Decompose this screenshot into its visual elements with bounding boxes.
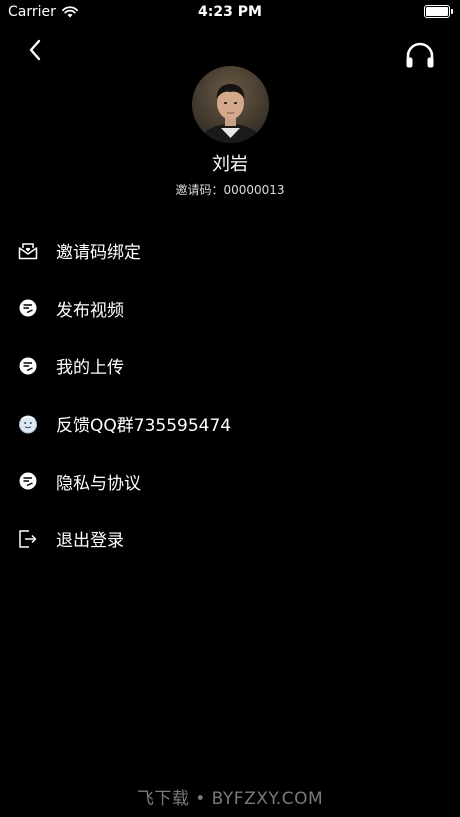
menu-item-label: 邀请码绑定	[56, 243, 141, 264]
menu-item-publish-video[interactable]: 发布视频	[0, 280, 460, 338]
menu-item-label: 反馈QQ群735595474	[56, 416, 232, 437]
menu-item-privacy-agreement[interactable]: 隐私与协议	[0, 452, 460, 510]
menu-item-feedback-qq[interactable]: 反馈QQ群735595474	[0, 395, 460, 453]
menu-item-invite-binding[interactable]: 邀请码绑定	[0, 222, 460, 280]
chat-bubble-icon	[18, 298, 38, 318]
invite-code-label: 邀请码：	[175, 183, 224, 197]
watermark-text: 飞下载 • BYFZXY.COM	[136, 789, 324, 809]
battery-icon	[424, 5, 453, 18]
back-button[interactable]	[22, 36, 48, 64]
avatar[interactable]	[192, 66, 269, 143]
menu-item-label: 发布视频	[56, 300, 124, 321]
logout-icon	[18, 529, 38, 549]
status-time: 4:23 PM	[198, 4, 262, 20]
customer-support-button[interactable]	[404, 42, 436, 72]
status-bar: Carrier 4:23 PM	[0, 0, 460, 24]
invite-code-value: 00000013	[223, 183, 285, 197]
invite-code-line: 邀请码：00000013	[0, 181, 460, 198]
menu-item-my-uploads[interactable]: 我的上传	[0, 337, 460, 395]
chevron-left-icon	[29, 39, 41, 61]
menu-item-logout[interactable]: 退出登录	[0, 510, 460, 568]
chat-bubble-icon	[18, 356, 38, 376]
envelope-heart-icon	[18, 241, 38, 261]
chat-bubble-icon	[18, 471, 38, 491]
user-photo-icon	[192, 66, 269, 143]
settings-menu: 邀请码绑定 发布视频 我的上传 反馈QQ群735595474 隐私与协议 退出登…	[0, 222, 460, 568]
user-name: 刘岩	[212, 154, 248, 175]
headset-icon	[406, 42, 434, 68]
menu-item-label: 退出登录	[56, 531, 124, 552]
profile-screen: Carrier 4:23 PM 刘岩 邀请码：00000013 邀请码绑定 发布…	[0, 0, 460, 817]
menu-item-label: 我的上传	[56, 358, 124, 379]
menu-item-label: 隐私与协议	[56, 473, 141, 494]
snowman-icon	[18, 414, 38, 434]
